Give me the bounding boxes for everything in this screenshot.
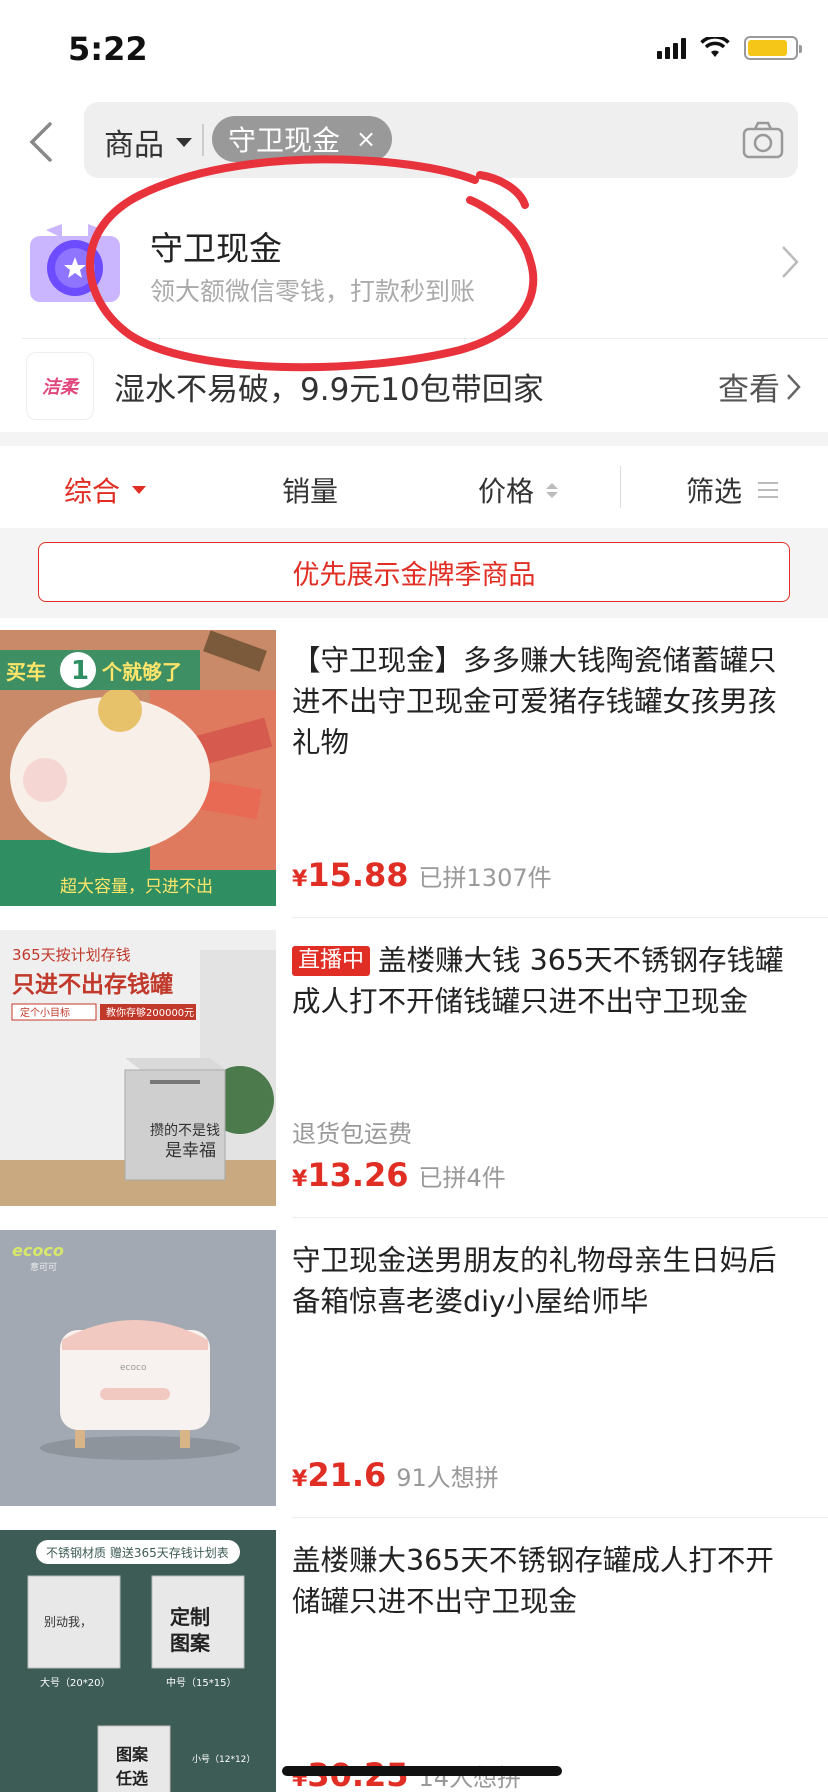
shipping-note: 退货包运费 — [292, 1120, 412, 1148]
search-query-tag[interactable]: 守卫现金 × — [212, 116, 393, 162]
product-price: ¥13.26 已拼4件 — [292, 1156, 506, 1194]
home-indicator[interactable] — [282, 1766, 562, 1776]
chevron-right-icon — [782, 246, 799, 278]
svg-text:定个小目标: 定个小目标 — [20, 1006, 70, 1019]
gold-season-button[interactable]: 优先展示金牌季商品 — [38, 542, 790, 602]
sort-tab-label: 综合 — [64, 475, 121, 508]
divider — [620, 466, 621, 508]
sort-tab-price[interactable]: 价格 — [478, 470, 559, 510]
svg-text:ecoco: ecoco — [12, 1241, 64, 1260]
svg-text:是幸福: 是幸福 — [165, 1141, 216, 1161]
sort-tab-label: 销量 — [282, 475, 339, 508]
price-value: 15.88 — [307, 856, 409, 894]
wifi-icon — [700, 37, 730, 59]
svg-text:图案: 图案 — [116, 1745, 149, 1764]
live-badge: 直播中 — [292, 946, 371, 976]
svg-text:任选: 任选 — [115, 1769, 148, 1788]
sort-tab-label: 价格 — [478, 475, 535, 508]
product-price: ¥21.6 91人想拼 — [292, 1456, 499, 1494]
svg-text:攒的不是钱: 攒的不是钱 — [150, 1123, 220, 1139]
cellular-signal-icon — [657, 37, 686, 59]
product-image[interactable]: ecoco 意可可 ecoco — [0, 1230, 276, 1506]
section-gap — [0, 432, 828, 446]
status-icons — [657, 36, 802, 60]
status-bar: 5:22 — [0, 0, 828, 100]
search-query-tag-label: 守卫现金 — [228, 124, 341, 157]
product-card[interactable]: 不锈钢材质 赠送365天存钱计划表 别动我， 定制 图案 大号（20*20） 中… — [0, 1518, 828, 1792]
svg-text:不锈钢材质 赠送365天存钱计划表: 不锈钢材质 赠送365天存钱计划表 — [46, 1545, 229, 1560]
ad-text: 湿水不易破，9.9元10包带回家 — [114, 372, 544, 408]
svg-text:超大容量，只进不出: 超大容量，只进不出 — [60, 877, 213, 897]
svg-text:别动我，: 别动我， — [44, 1615, 92, 1629]
product-price: ¥15.88 已拼1307件 — [292, 856, 552, 894]
product-card[interactable]: 365天按计划存钱 只进不出存钱罐 定个小目标 教你存够200000元 攒的不是… — [0, 918, 828, 1218]
camera-icon[interactable] — [742, 120, 784, 160]
product-title: 直播中 盖楼赚大钱 365天不锈钢存钱罐成人打不开储钱罐只进不出守卫现金 — [292, 940, 802, 1022]
svg-text:小号（12*12）: 小号（12*12） — [192, 1754, 255, 1765]
search-scope-dropdown[interactable]: 商品 — [104, 120, 192, 164]
sold-count: 91人想拼 — [396, 1464, 499, 1492]
filter-icon — [758, 482, 779, 498]
divider — [22, 338, 828, 339]
divider — [202, 124, 204, 156]
sold-count: 已拼4件 — [418, 1164, 506, 1192]
price-value: 13.26 — [307, 1156, 409, 1194]
sort-arrows-icon — [546, 482, 559, 498]
chevron-down-icon — [132, 486, 147, 494]
ad-view-link[interactable]: 查看 — [718, 364, 802, 409]
sort-bar: 综合 销量 价格 筛选 — [0, 446, 828, 528]
sort-tab-filter[interactable]: 筛选 — [686, 470, 779, 510]
promo-title: 守卫现金 — [150, 229, 282, 268]
close-icon[interactable]: × — [356, 125, 376, 153]
product-card[interactable]: ecoco 意可可 ecoco 守卫现金送男朋友的礼物母亲生日妈后备箱惊喜老婆d… — [0, 1218, 828, 1518]
brand-logo: 洁柔 — [26, 352, 94, 420]
product-image[interactable]: 不锈钢材质 赠送365天存钱计划表 别动我， 定制 图案 大号（20*20） 中… — [0, 1530, 276, 1792]
battery-icon — [744, 36, 802, 60]
promo-subtitle: 领大额微信零钱，打款秒到账 — [150, 277, 476, 306]
chevron-right-icon — [787, 373, 801, 400]
svg-text:意可可: 意可可 — [30, 1261, 57, 1273]
svg-text:个就够了: 个就够了 — [101, 660, 182, 684]
svg-text:教你存够200000元: 教你存够200000元 — [106, 1006, 194, 1019]
product-image[interactable]: 365天按计划存钱 只进不出存钱罐 定个小目标 教你存够200000元 攒的不是… — [0, 930, 276, 1206]
status-time: 5:22 — [68, 30, 148, 68]
sort-tab-sales[interactable]: 销量 — [282, 470, 338, 510]
back-arrow-icon[interactable] — [22, 118, 62, 166]
ad-banner[interactable]: 洁柔 湿水不易破，9.9元10包带回家 查看 — [0, 344, 828, 428]
product-title: 【守卫现金】多多赚大钱陶瓷储蓄罐只进不出守卫现金可爱猪存钱罐女孩男孩礼物 — [292, 644, 777, 759]
search-box[interactable]: 商品 守卫现金 × — [84, 102, 798, 178]
svg-text:ecoco: ecoco — [120, 1363, 147, 1373]
svg-text:中号（15*15）: 中号（15*15） — [166, 1676, 236, 1689]
product-title: 盖楼赚大365天不锈钢存罐成人打不开储罐只进不出守卫现金 — [292, 1544, 774, 1618]
product-card[interactable]: 1 买车 个就够了 超大容量，只进不出 【守卫现金】多多赚大钱陶瓷储蓄罐只进不出… — [0, 618, 828, 918]
product-title: 守卫现金送男朋友的礼物母亲生日妈后备箱惊喜老婆diy小屋给师毕 — [292, 1244, 777, 1318]
svg-text:1: 1 — [71, 656, 89, 686]
ad-view-label: 查看 — [718, 372, 780, 408]
promo-card[interactable]: 守卫现金 领大额微信零钱，打款秒到账 — [0, 200, 828, 336]
sort-tab-comprehensive[interactable]: 综合 — [64, 470, 147, 510]
sort-tab-label: 筛选 — [686, 475, 743, 508]
search-scope-label: 商品 — [104, 128, 164, 163]
svg-text:买车: 买车 — [6, 660, 46, 684]
svg-text:大号（20*20）: 大号（20*20） — [40, 1676, 110, 1689]
svg-text:365天按计划存钱: 365天按计划存钱 — [12, 946, 131, 964]
svg-text:定制: 定制 — [170, 1605, 210, 1629]
svg-text:图案: 图案 — [170, 1631, 211, 1655]
product-image[interactable]: 1 买车 个就够了 超大容量，只进不出 — [0, 630, 276, 906]
search-header: 商品 守卫现金 × — [0, 100, 828, 184]
price-value: 21.6 — [307, 1456, 387, 1494]
svg-text:只进不出存钱罐: 只进不出存钱罐 — [12, 971, 173, 998]
wallet-star-icon — [30, 224, 120, 302]
sold-count: 已拼1307件 — [418, 864, 552, 892]
chevron-down-icon — [176, 137, 192, 147]
